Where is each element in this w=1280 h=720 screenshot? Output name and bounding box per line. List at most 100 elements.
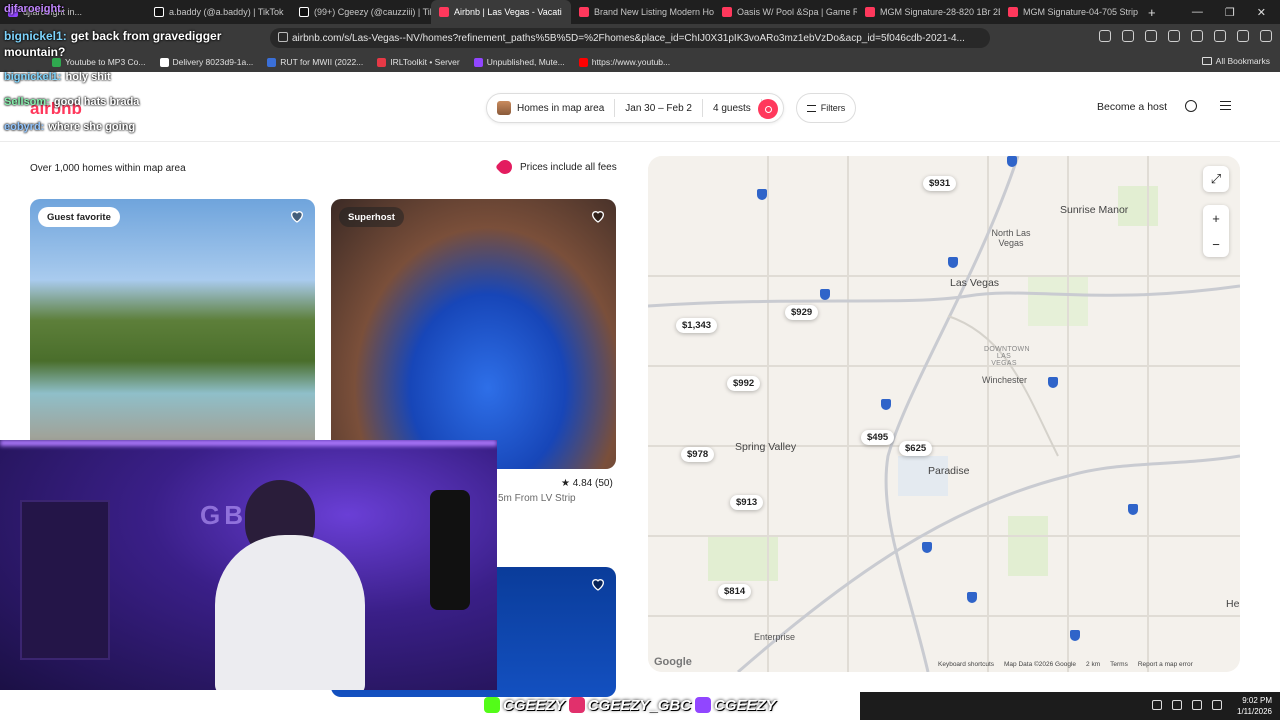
extension-icon[interactable] [1099, 30, 1111, 42]
youtube-icon [578, 57, 588, 67]
extension-icon[interactable] [1122, 30, 1134, 42]
heart-icon[interactable] [289, 208, 305, 224]
search-button[interactable] [758, 99, 778, 119]
browser-tab[interactable]: Oasis W/ Pool &Spa | Game R [714, 0, 857, 24]
battery-icon[interactable] [1212, 700, 1222, 710]
price-pin[interactable]: $625 [899, 441, 933, 456]
price-pin[interactable]: $1,343 [676, 318, 718, 333]
taskbar: 9:02 PM 1/11/2026 [860, 692, 1280, 720]
interstate-shield-icon [1070, 630, 1080, 641]
social-handles-bar: CGEEZY CGEEZY_GBC CGEEZY [484, 692, 776, 718]
browser-tab[interactable]: Brand New Listing Modern Ho [571, 0, 714, 24]
url-field[interactable]: airbnb.com/s/Las-Vegas--NV/homes?refinem… [270, 28, 990, 48]
microphone [430, 490, 470, 610]
menu-icon[interactable] [1220, 101, 1231, 110]
location-segment[interactable]: Homes in map area [487, 99, 616, 117]
profile-icon[interactable] [1237, 30, 1249, 42]
guests-segment[interactable]: 4 guests [703, 99, 762, 117]
listing-subtitle: 5m From LV Strip [498, 493, 576, 504]
minimize-icon[interactable]: — [1192, 6, 1203, 18]
bookmark-item[interactable]: IRLToolkit • Server [377, 57, 460, 67]
expand-map-button[interactable]: ⤢ [1203, 166, 1229, 192]
chat-message: Sellsom: good hats brada [4, 96, 140, 108]
interstate-shield-icon [1128, 504, 1138, 515]
microphone-icon[interactable] [1172, 700, 1182, 710]
sidebar-icon[interactable] [1168, 30, 1180, 42]
chat-message: eobyrd: where she going [4, 121, 136, 133]
airbnb-favicon-icon [1008, 7, 1018, 17]
airbnb-header: airbnb Homes in map area Jan 30 – Feb 2 … [0, 72, 1280, 142]
price-pin[interactable]: $931 [923, 176, 957, 191]
new-tab-icon[interactable]: + [1140, 5, 1164, 20]
all-bookmarks-button[interactable]: All Bookmarks [1201, 56, 1270, 66]
listing-card[interactable]: Guest favorite [30, 199, 315, 469]
bookmark-item[interactable]: https://www.youtub... [578, 57, 670, 67]
kick-icon [484, 697, 500, 713]
price-pin[interactable]: $495 [861, 430, 895, 445]
map-label: Winchester [982, 375, 1028, 385]
chat-message: djfaroeight: [4, 3, 65, 15]
speaker-icon[interactable] [1192, 700, 1202, 710]
clock[interactable]: 9:02 PM 1/11/2026 [1237, 695, 1272, 717]
results-map[interactable]: Sunrise Manor North Las Vegas Las Vegas … [648, 156, 1240, 672]
window-controls: — ❐ ✕ [1192, 0, 1280, 24]
browser-tab[interactable]: MGM Signature-04-705 Strip V [1000, 0, 1140, 24]
price-pin[interactable]: $929 [785, 305, 819, 320]
instagram-handle: CGEEZY_GBC [568, 697, 691, 714]
bookmark-item[interactable]: Unpublished, Mute... [473, 57, 565, 67]
keyboard-shortcuts-link[interactable]: Keyboard shortcuts [938, 661, 994, 668]
browser-tab-active[interactable]: Airbnb | Las Vegas - Vacati✕ [431, 0, 571, 24]
browser-menu-icon[interactable] [1260, 30, 1272, 42]
globe-icon[interactable] [1185, 100, 1197, 112]
browser-tab[interactable]: MGM Signature-28-820 1Br 2E [857, 0, 1000, 24]
heart-icon[interactable] [590, 208, 606, 224]
listing-card[interactable]: Superhost [331, 199, 616, 469]
price-pin[interactable]: $814 [718, 584, 752, 599]
search-bar[interactable]: Homes in map area Jan 30 – Feb 2 4 guest… [486, 93, 784, 123]
become-host-link[interactable]: Become a host [1097, 101, 1167, 113]
webcam-overlay: GBC [0, 440, 497, 690]
house-icon [497, 101, 511, 115]
report-map-error-link[interactable]: Report a map error [1138, 661, 1193, 668]
map-label: DOWNTOWN LAS VEGAS [984, 346, 1030, 367]
interstate-shield-icon [1007, 156, 1017, 167]
maximize-icon[interactable]: ❐ [1225, 6, 1235, 19]
interstate-shield-icon [948, 257, 958, 268]
price-pin[interactable]: $992 [727, 376, 761, 391]
map-scale: 2 km [1086, 661, 1101, 668]
browser-tab-bar: djfaroeight in... a.baddy (@a.baddy) | T… [0, 0, 1280, 24]
map-label: He [1226, 598, 1240, 610]
music-icon[interactable] [1145, 30, 1157, 42]
zoom-in-button[interactable]: + [1203, 205, 1229, 231]
interstate-shield-icon [757, 189, 767, 200]
twitch-icon [695, 697, 712, 713]
close-window-icon[interactable]: ✕ [1257, 6, 1266, 19]
bookmark-favicon-icon [473, 57, 483, 67]
extension-icons [1099, 30, 1272, 42]
zoom-out-button[interactable]: − [1203, 231, 1229, 257]
interstate-shield-icon [881, 399, 891, 410]
filters-button[interactable]: Filters [796, 93, 856, 123]
results-count: Over 1,000 homes within map area [30, 163, 186, 174]
shield-icon[interactable] [1214, 30, 1226, 42]
search-icon [764, 105, 772, 113]
site-info-icon[interactable] [278, 32, 288, 42]
google-logo: Google [654, 656, 692, 668]
prices-note[interactable]: Prices include all fees [495, 157, 617, 177]
heart-icon[interactable] [590, 576, 606, 592]
terms-link[interactable]: Terms [1110, 661, 1128, 668]
map-label: Las Vegas [950, 277, 1000, 289]
browser-tab[interactable]: a.baddy (@a.baddy) | TikTok [146, 0, 291, 24]
bookmark-item[interactable]: RUT for MWII (2022... [267, 57, 363, 67]
interstate-shield-icon [820, 289, 830, 300]
airbnb-favicon-icon [439, 7, 449, 17]
chevron-up-icon[interactable] [1152, 700, 1162, 710]
download-icon[interactable] [1191, 30, 1203, 42]
system-tray [1152, 700, 1222, 710]
price-pin[interactable]: $913 [730, 495, 764, 510]
price-pin[interactable]: $978 [681, 447, 715, 462]
interstate-shield-icon [1048, 377, 1058, 388]
interstate-shield-icon [967, 592, 977, 603]
dates-segment[interactable]: Jan 30 – Feb 2 [615, 99, 703, 117]
browser-tab[interactable]: (99+) Cgeezy (@cauzziii) | TikTo [291, 0, 431, 24]
